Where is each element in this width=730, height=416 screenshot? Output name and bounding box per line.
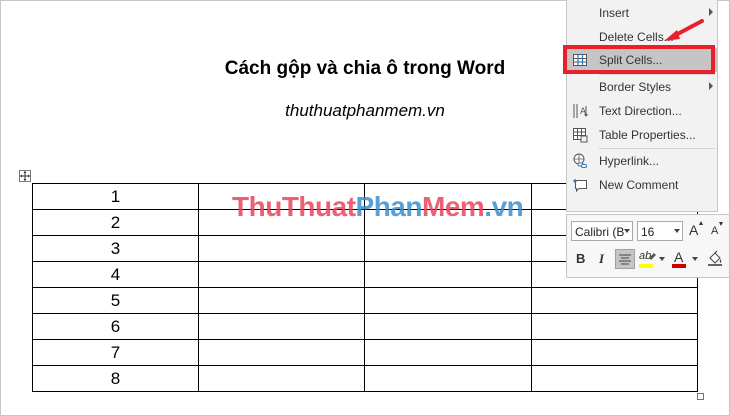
font-color-button[interactable]: A [671,249,699,269]
watermark-part: Phan [355,191,423,222]
arrow-down-icon [719,222,723,226]
table-cell[interactable] [531,313,698,340]
menu-item-label: Hyperlink... [599,154,660,168]
highlight-color-swatch [639,264,653,268]
annotation-highlight-box [563,45,715,74]
table-cell[interactable]: 5 [32,287,199,314]
watermark-part: Thuat [281,191,356,222]
grow-font-icon: A [689,222,699,238]
menu-item-label: Insert [599,6,630,20]
hyperlink-icon [572,153,588,169]
italic-button[interactable]: I [593,249,611,269]
marker-pen-icon [649,253,656,260]
grow-font-button[interactable]: A [686,221,704,241]
align-center-icon [619,254,631,265]
table-row: 5 [32,287,698,314]
new-comment-icon [572,177,588,193]
menu-item-new-comment[interactable]: New Comment [567,173,717,197]
table-cell[interactable] [364,261,532,288]
center-align-button[interactable] [615,249,635,269]
shrink-font-button[interactable]: A [707,221,725,241]
chevron-down-icon [624,229,630,233]
table-cell[interactable] [531,339,698,366]
text-direction-icon: A [572,103,588,119]
table-cell[interactable] [198,313,365,340]
table-cell[interactable] [198,235,365,262]
table-cell[interactable] [364,313,532,340]
table-cell[interactable] [531,365,698,392]
table-cell[interactable] [198,365,365,392]
font-color-swatch [672,264,686,268]
font-size-dropdown[interactable]: 16 [637,221,683,241]
table-cell[interactable]: 2 [32,209,199,236]
table-resize-handle[interactable] [697,393,704,400]
submenu-arrow-icon [709,8,713,16]
table-cell[interactable] [198,339,365,366]
menu-item-border-styles[interactable]: Border Styles [567,75,717,99]
annotation-arrow-icon [664,19,704,41]
menu-item-label: Table Properties... [599,128,696,142]
format-painter-button[interactable] [706,249,724,269]
table-row: 8 [32,365,698,392]
mini-toolbar: Calibri (B 16 A A B I ab A [566,214,730,278]
table-cell[interactable]: 6 [32,313,199,340]
table-cell[interactable] [364,339,532,366]
table-cell[interactable]: 4 [32,261,199,288]
menu-item-table-properties[interactable]: Table Properties... [567,123,717,147]
highlight-color-button[interactable]: ab [638,249,666,269]
chevron-down-icon [659,257,665,261]
table-cell[interactable]: 8 [32,365,199,392]
font-name-value: Calibri (B [575,225,625,239]
watermark-part: .vn [484,191,524,222]
table-properties-icon [572,127,588,143]
paint-bucket-icon [708,250,722,266]
table-cell[interactable] [198,287,365,314]
menu-item-text-direction[interactable]: A Text Direction... [567,99,717,123]
table-cell[interactable]: 1 [32,183,199,210]
table-move-handle-icon[interactable] [19,170,31,182]
table-cell[interactable] [364,287,532,314]
table-row: 6 [32,313,698,340]
watermark: ThuThuatPhanMem.vn [232,191,524,223]
menu-item-label: Border Styles [599,80,672,94]
chevron-down-icon [674,229,680,233]
menu-item-hyperlink[interactable]: Hyperlink... [567,149,717,173]
bold-icon: B [576,251,586,266]
shrink-font-icon: A [711,225,719,237]
table-cell[interactable]: 3 [32,235,199,262]
font-color-icon: A [674,249,684,265]
table-row: 7 [32,339,698,366]
italic-icon: I [599,251,605,266]
table-cell[interactable] [364,365,532,392]
menu-item-label: New Comment [599,178,679,192]
watermark-part: Thu [232,191,282,222]
submenu-arrow-icon [709,82,713,90]
table-cell[interactable] [531,287,698,314]
watermark-part: Mem [422,191,485,222]
chevron-down-icon [692,257,698,261]
menu-item-label: Text Direction... [599,104,682,118]
font-size-value: 16 [641,225,655,239]
font-name-dropdown[interactable]: Calibri (B [571,221,633,241]
bold-button[interactable]: B [572,249,590,269]
table-cell[interactable] [364,235,532,262]
table-cell[interactable] [198,261,365,288]
arrow-up-icon [699,221,703,225]
table-cell[interactable]: 7 [32,339,199,366]
